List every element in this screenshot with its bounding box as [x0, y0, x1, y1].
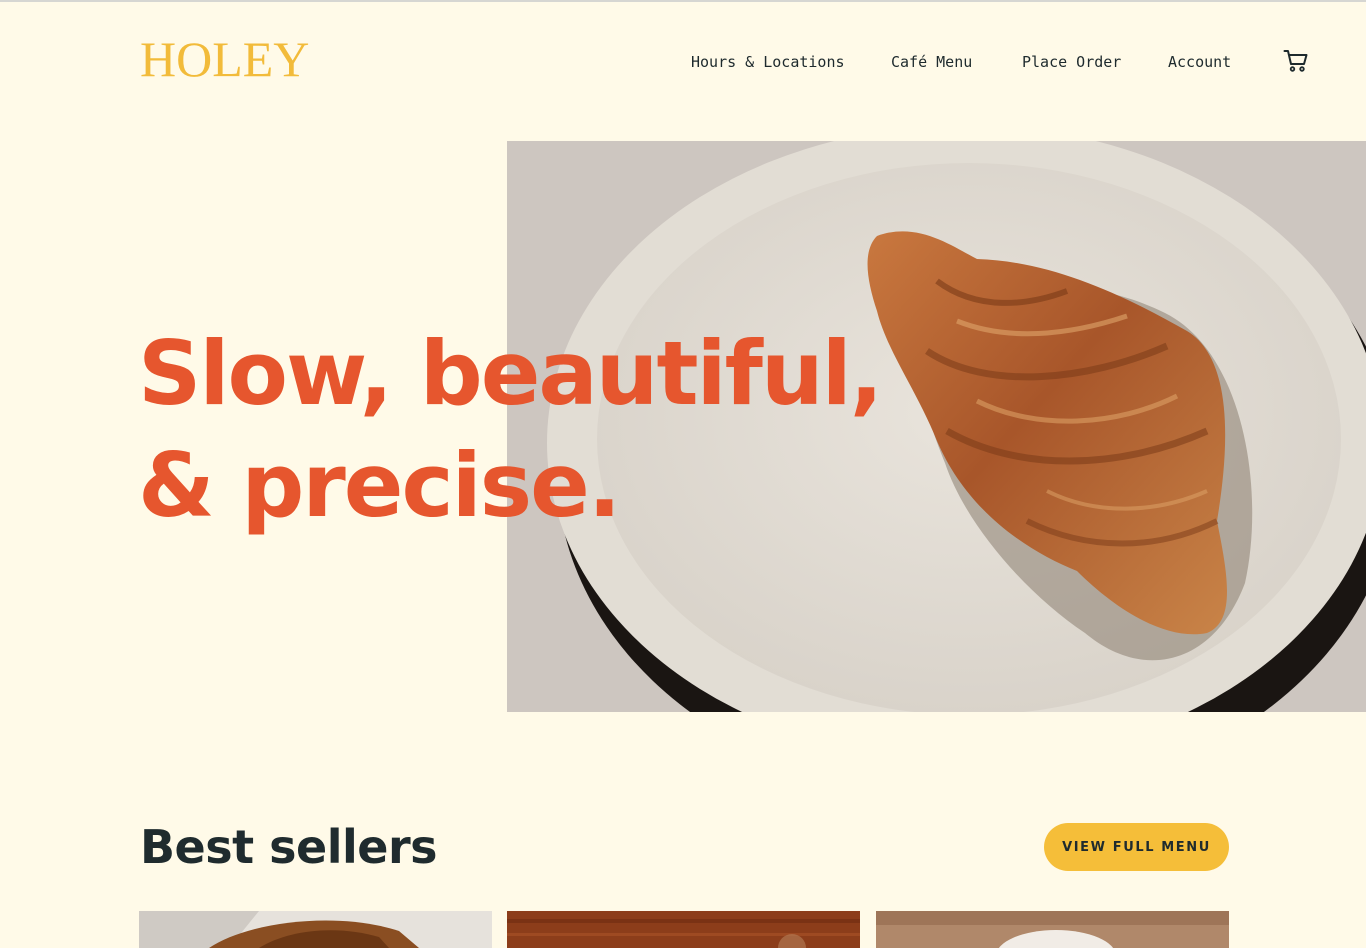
- view-full-menu-button[interactable]: VIEW FULL MENU: [1044, 823, 1229, 871]
- hero-heading: Slow, beautiful, & precise.: [138, 318, 883, 542]
- coffee-cup-photo: [876, 911, 1229, 948]
- nav-account[interactable]: Account: [1168, 52, 1231, 72]
- cart-icon[interactable]: [1283, 48, 1309, 74]
- product-card[interactable]: [507, 911, 860, 948]
- best-sellers-title: Best sellers: [140, 820, 438, 874]
- hero-heading-line2: & precise.: [138, 434, 621, 537]
- wooden-table-photo: [507, 911, 860, 948]
- top-border: [0, 0, 1366, 2]
- nav-place-order[interactable]: Place Order: [1022, 52, 1121, 72]
- hero-heading-line1: Slow, beautiful,: [138, 322, 883, 425]
- nav-cafe-menu[interactable]: Café Menu: [891, 52, 972, 72]
- nav-hours-locations[interactable]: Hours & Locations: [691, 52, 845, 72]
- product-card[interactable]: [139, 911, 492, 948]
- main-nav: Hours & Locations Café Menu Place Order …: [0, 52, 1366, 74]
- bread-loaf-photo: [139, 911, 492, 948]
- product-card[interactable]: [876, 911, 1229, 948]
